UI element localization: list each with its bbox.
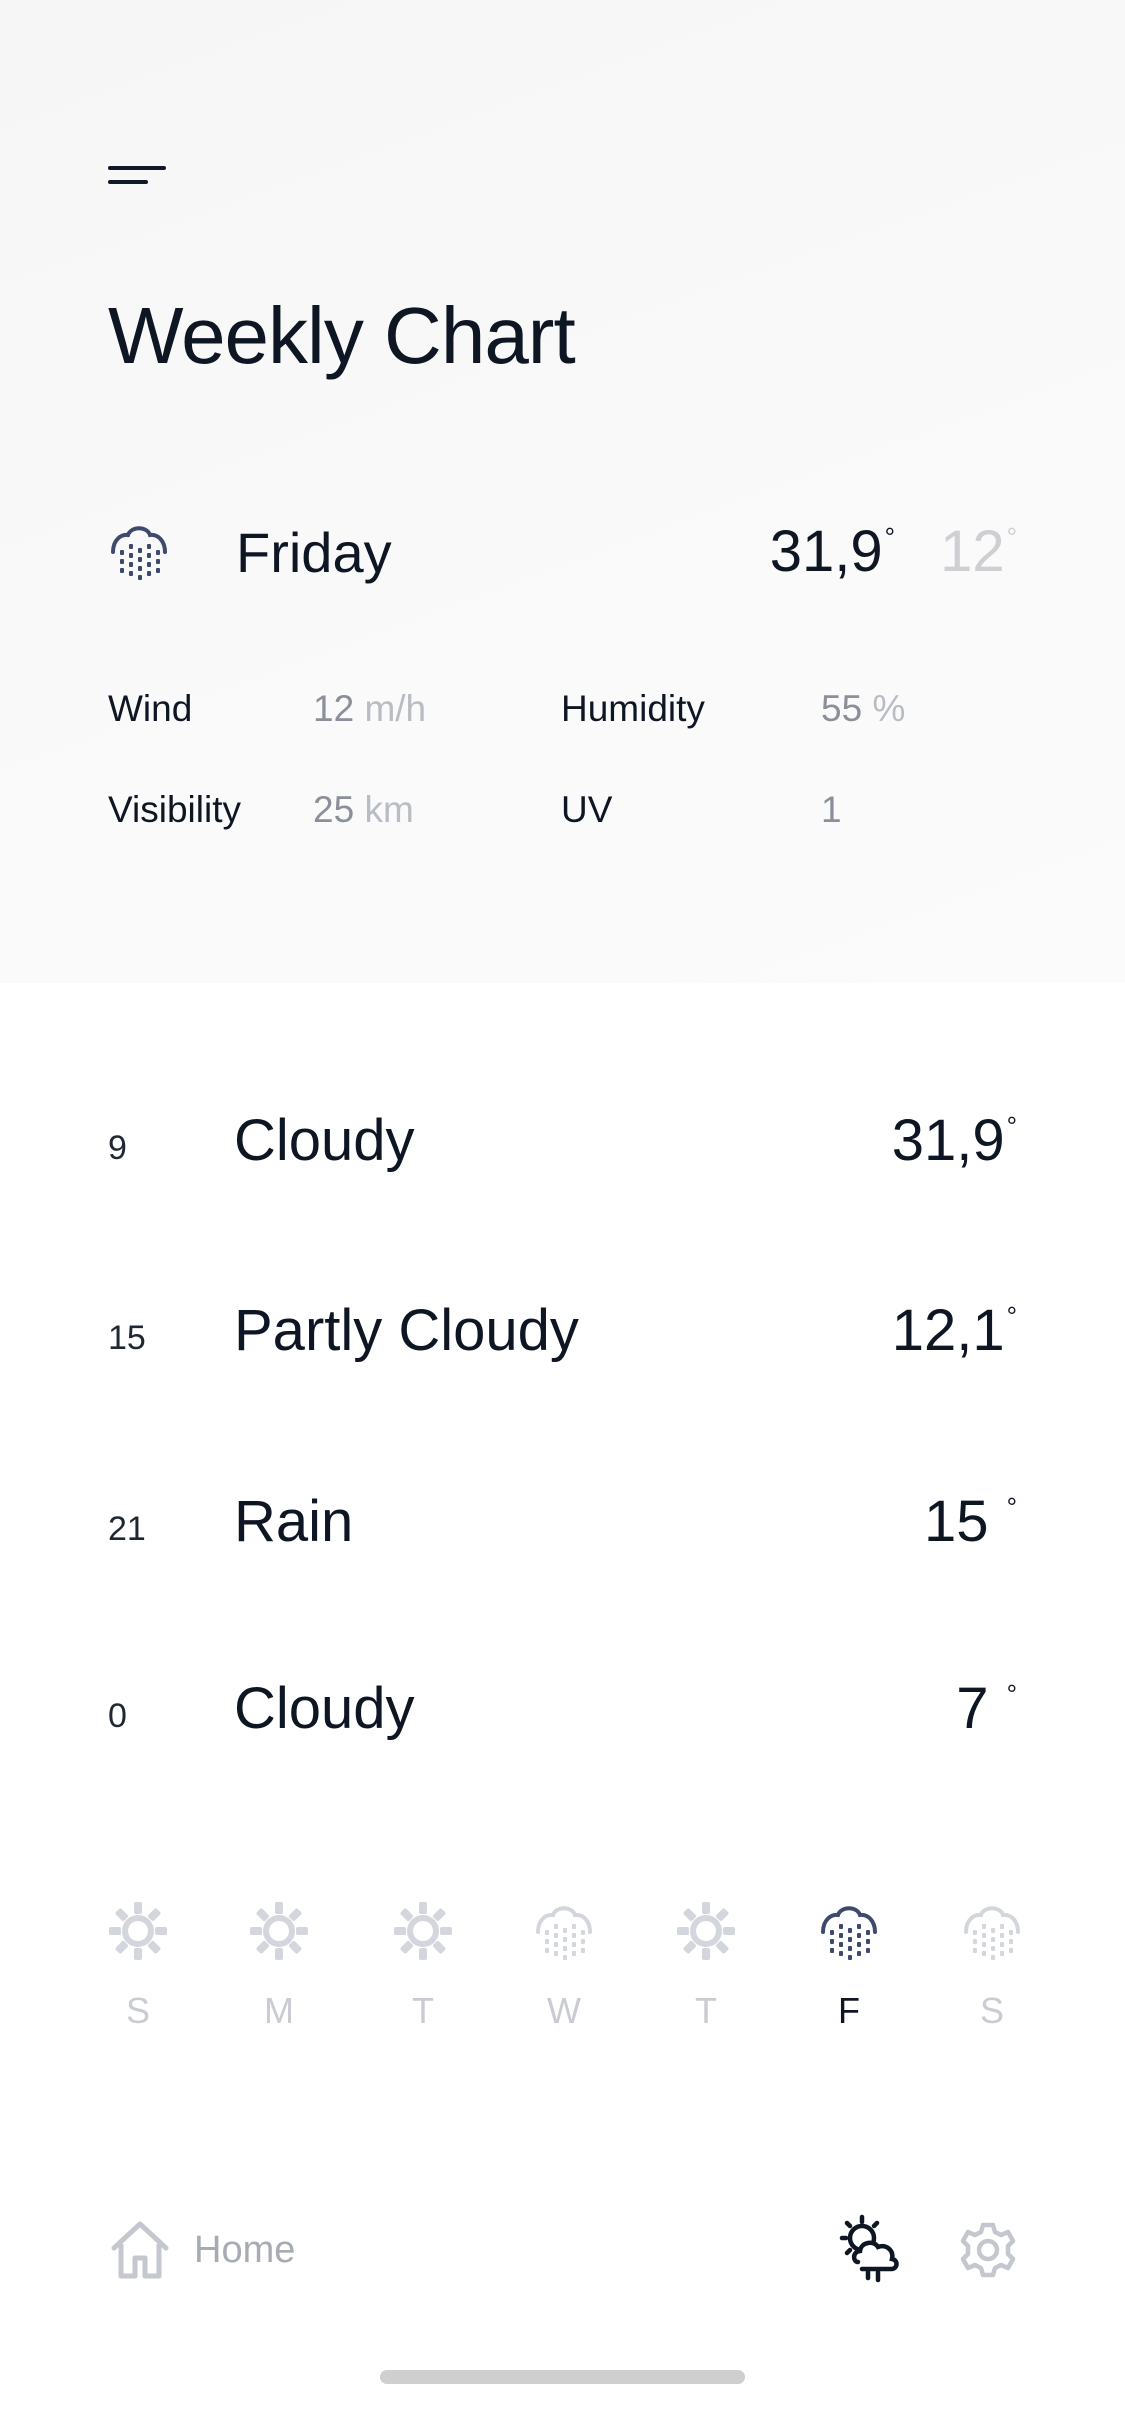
rain-cloud-icon	[111, 526, 167, 580]
hour-condition: Cloudy	[234, 1676, 415, 1741]
day-letter: T	[412, 1990, 434, 2031]
day-3[interactable]: W	[514, 1900, 614, 2032]
day-letter: T	[695, 1990, 717, 2031]
visibility-label: Visibility	[108, 789, 241, 830]
day-2[interactable]: T	[373, 1900, 473, 2032]
summary-low-temp: 12°	[940, 519, 1017, 584]
hour-label: 0	[108, 1697, 127, 1735]
summary-day-label: Friday	[236, 521, 392, 584]
day-letter: F	[838, 1990, 860, 2031]
rain-cloud-icon	[821, 1906, 877, 1960]
hour-condition: Partly Cloudy	[234, 1298, 579, 1363]
visibility-value: 25 km	[313, 789, 414, 830]
hour-label: 21	[108, 1510, 146, 1548]
humidity-label: Humidity	[561, 688, 705, 729]
home-label: Home	[194, 2228, 296, 2271]
hour-condition: Rain	[234, 1489, 354, 1554]
day-4[interactable]: T	[656, 1900, 756, 2032]
day-letter: W	[547, 1990, 581, 2031]
day-letter: S	[125, 1990, 150, 2031]
day-letter: S	[979, 1990, 1004, 2031]
hour-temp: 7 °	[956, 1676, 1017, 1741]
humidity-value: 55 %	[821, 688, 906, 729]
hourly-row: 15 Partly Cloudy 12,1°	[108, 1297, 1017, 1377]
hour-condition: Cloudy	[234, 1108, 415, 1173]
hourly-row: 0 Cloudy 7 °	[108, 1675, 1017, 1755]
weekly-chart-screen: Weekly Chart Friday 31,9° 12° Wind 12 m/…	[0, 0, 1125, 2436]
uv-value: 1	[821, 789, 842, 830]
day-1[interactable]: M	[229, 1900, 329, 2032]
hourly-row: 9 Cloudy 31,9°	[108, 1107, 1017, 1187]
rain-cloud-icon	[964, 1906, 1020, 1960]
home-icon	[111, 2221, 169, 2279]
hour-label: 15	[108, 1319, 146, 1357]
hour-temp: 15 °	[923, 1489, 1017, 1554]
week-selector: SMTWTFS	[0, 1900, 1125, 2060]
sun-cloud-icon[interactable]	[836, 2214, 906, 2284]
summary-panel: Weekly Chart Friday 31,9° 12° Wind 12 m/…	[0, 0, 1125, 983]
day-0[interactable]: S	[88, 1900, 188, 2032]
sun-icon	[394, 1902, 452, 1960]
summary-high-temp: 31,9°	[769, 519, 895, 584]
settings-gear-icon[interactable]	[958, 2220, 1018, 2280]
page-title: Weekly Chart	[108, 291, 576, 380]
bottom-nav: Home	[0, 2210, 1125, 2290]
hour-temp: 12,1°	[891, 1298, 1017, 1363]
day-5[interactable]: F	[799, 1900, 899, 2032]
uv-label: UV	[561, 789, 613, 830]
day-6[interactable]: S	[942, 1900, 1042, 2032]
nav-home[interactable]: Home	[108, 2216, 295, 2284]
sun-icon	[250, 1902, 308, 1960]
sun-icon	[109, 1902, 167, 1960]
home-indicator	[380, 2370, 745, 2384]
sun-icon	[677, 1902, 735, 1960]
wind-value: 12 m/h	[313, 688, 427, 729]
rain-cloud-icon	[536, 1906, 592, 1960]
wind-label: Wind	[108, 688, 193, 729]
menu-icon[interactable]	[108, 160, 170, 190]
hour-label: 9	[108, 1129, 127, 1167]
day-letter: M	[264, 1990, 294, 2031]
hour-temp: 31,9°	[891, 1108, 1017, 1173]
hourly-row: 21 Rain 15 °	[108, 1488, 1017, 1568]
